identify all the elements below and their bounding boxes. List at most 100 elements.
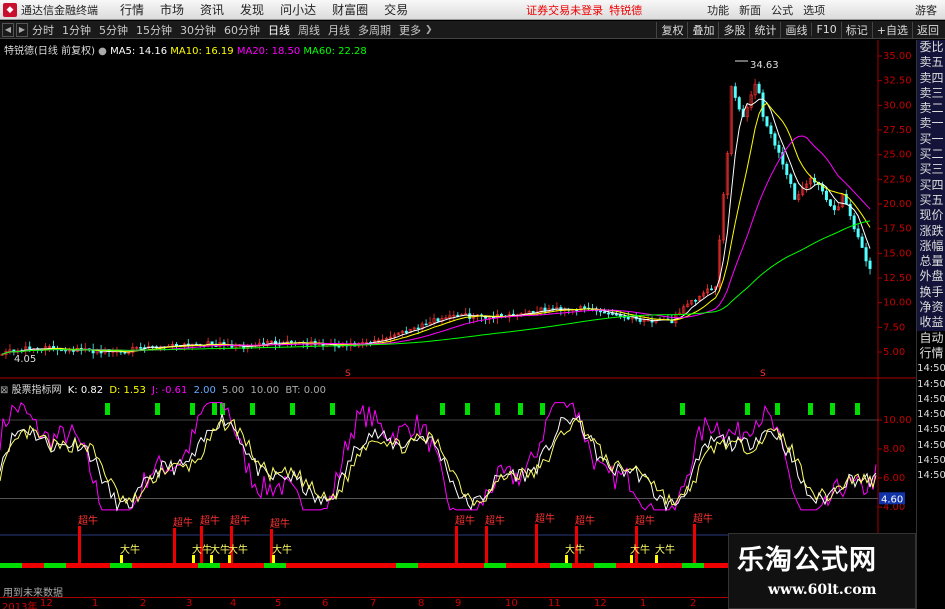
candle-body	[793, 183, 797, 200]
candle-body	[694, 299, 698, 302]
side-panel-item[interactable]: 14:50	[917, 407, 945, 422]
top-signal-marker	[680, 403, 685, 415]
side-panel-item[interactable]: 买四	[917, 177, 945, 193]
signal-base-segment	[88, 563, 110, 568]
candle-body	[602, 311, 606, 314]
candle-body	[733, 86, 737, 98]
ma60-value: MA60: 22.28	[303, 46, 367, 57]
side-panel-item[interactable]: 14:50	[917, 361, 945, 376]
s-marker: S	[760, 369, 766, 379]
candle-body	[828, 199, 832, 206]
side-panel-item[interactable]: 涨跌	[917, 223, 945, 239]
side-panel-item[interactable]: 买三	[917, 162, 945, 178]
top-signal-marker	[465, 403, 470, 415]
side-panel-item[interactable]: 外盘	[917, 269, 945, 285]
side-panel-item[interactable]: 卖一	[917, 116, 945, 132]
v1-value: 2.00	[193, 385, 216, 396]
top-signal-marker	[250, 403, 255, 415]
candle-body	[599, 310, 603, 313]
date-tick: 1	[640, 598, 647, 609]
d-value: D: 1.53	[109, 385, 146, 396]
ma10-value: MA10: 16.19	[170, 46, 234, 57]
candle-body	[618, 314, 622, 317]
candle-body	[769, 125, 773, 135]
side-panel-item[interactable]: 总量	[917, 254, 945, 270]
signal-base-segment	[66, 563, 88, 568]
signal-base-segment	[0, 563, 22, 568]
date-tick: 8	[418, 598, 425, 609]
side-panel-item[interactable]: 委比	[917, 40, 945, 56]
side-panel-item[interactable]: 14:50	[917, 392, 945, 407]
main-axis-label: 30.00	[883, 100, 912, 111]
date-tick: 11	[548, 598, 561, 609]
candle-body	[824, 190, 828, 200]
ind-axis-label: 8.00	[883, 444, 905, 455]
candle-body	[765, 116, 769, 127]
yellow-spike	[630, 555, 633, 563]
top-signal-marker	[155, 403, 160, 415]
signal-bull-label: 大牛	[210, 543, 230, 556]
indicator-close-icon[interactable]: ⊠	[0, 385, 12, 396]
yellow-spike	[272, 555, 275, 563]
signal-base-segment	[242, 563, 264, 568]
side-panel-item[interactable]: 买二	[917, 147, 945, 163]
signal-base-segment	[330, 563, 352, 568]
side-panel-item[interactable]: 自动	[917, 331, 945, 346]
guest-user[interactable]: 游客	[915, 2, 937, 18]
tool-back[interactable]: 返回	[912, 21, 943, 38]
signal-base-segment	[682, 563, 704, 568]
candle-body	[777, 144, 781, 153]
side-panel-item[interactable]: 卖三	[917, 85, 945, 102]
side-panel-item[interactable]: 买一	[917, 131, 945, 148]
side-panel-item[interactable]: 净资	[917, 300, 945, 316]
main-axis-label: 17.50	[883, 224, 912, 235]
date-tick: 1	[92, 598, 99, 609]
side-panel-item[interactable]: 收益	[917, 315, 945, 331]
candle-body	[868, 260, 872, 269]
side-panel-item[interactable]: 14:50	[917, 422, 945, 437]
signal-base-segment	[550, 563, 572, 568]
top-signal-marker	[212, 403, 217, 415]
ma10-line	[1, 102, 871, 355]
side-panel-item[interactable]: 卖四	[917, 70, 945, 86]
side-panel-item[interactable]: 卖五	[917, 55, 945, 71]
side-panel-item[interactable]: 14:50	[917, 438, 945, 453]
side-panel-item[interactable]: 14:50	[917, 468, 945, 483]
toggle-icon[interactable]: ●	[98, 46, 110, 57]
indicator-title: 股票指标网	[11, 385, 62, 396]
side-panel-item[interactable]: 14:50	[917, 377, 945, 392]
side-panel-item[interactable]: 行情	[917, 346, 945, 361]
ma20-line	[1, 135, 871, 355]
main-axis-label: 7.50	[883, 322, 905, 333]
signal-base-segment	[418, 563, 440, 568]
red-spike	[173, 528, 176, 563]
signal-base-segment	[638, 563, 660, 568]
candle-body	[436, 318, 440, 322]
yellow-spike	[210, 555, 213, 563]
side-panel-item[interactable]: 现价	[917, 208, 945, 224]
yellow-spike	[565, 555, 568, 563]
candle-body	[709, 288, 713, 291]
ind-axis-label: 10.00	[883, 415, 912, 426]
chart-canvas[interactable]: 34.634.05S S 超牛 超牛 超牛 超牛 超牛 超牛 超牛 超牛 超牛 超牛 超牛大牛 大牛大牛…	[0, 0, 916, 609]
side-panel-item[interactable]: 卖二	[917, 101, 945, 117]
signal-base-segment	[594, 563, 616, 568]
ma5-line	[1, 98, 871, 355]
main-axis-label: 22.50	[883, 174, 912, 185]
side-panel-item[interactable]: 买五	[917, 192, 945, 209]
watermark-title: 乐淘公式网	[737, 545, 877, 576]
signal-up-label: 超牛	[270, 517, 290, 530]
signal-base-segment	[396, 563, 418, 568]
date-tick: 6	[322, 598, 329, 609]
indicator-grid	[0, 419, 878, 536]
top-signal-marker	[105, 403, 110, 415]
v2-value: 5.00	[222, 385, 245, 396]
j-line	[0, 402, 877, 512]
side-panel-item[interactable]: 14:50	[917, 453, 945, 468]
candle-body	[404, 330, 408, 333]
main-grid	[0, 40, 916, 597]
side-panel-item[interactable]: 换手	[917, 284, 945, 301]
signal-up-label: 超牛	[535, 512, 555, 525]
signal-base-segment	[154, 563, 176, 568]
side-panel-item[interactable]: 涨幅	[917, 238, 945, 255]
